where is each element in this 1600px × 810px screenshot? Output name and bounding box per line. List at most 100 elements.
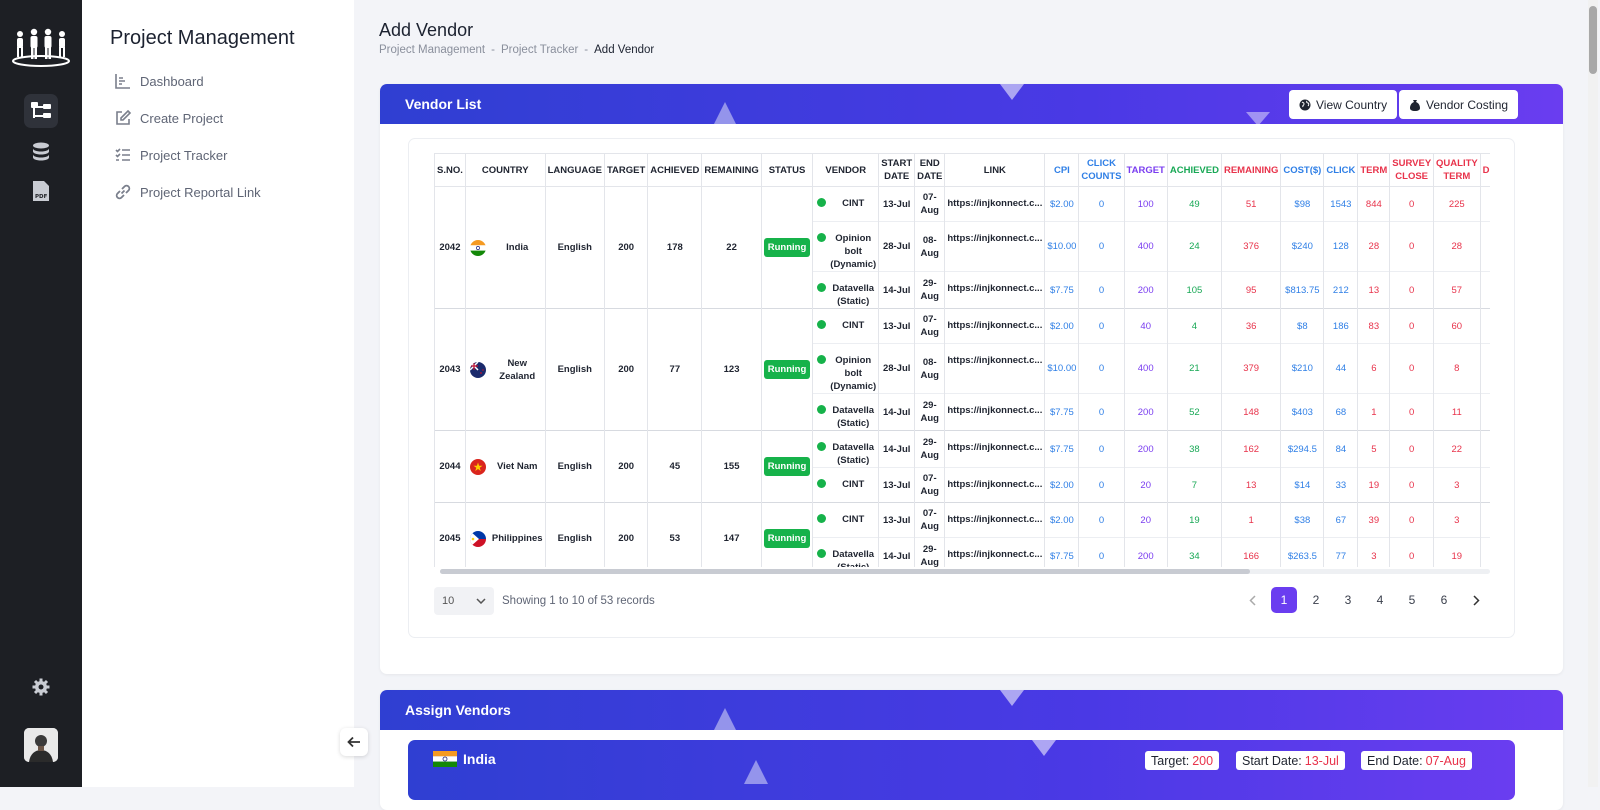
click-cell: 67: [1323, 502, 1359, 538]
page-size-select[interactable]: 10: [434, 587, 494, 615]
sidebar-item-dashboard[interactable]: Dashboard: [114, 72, 204, 90]
page-scrollbar-thumb[interactable]: [1589, 6, 1597, 74]
cpi-cell: $7.75: [1044, 537, 1080, 567]
term-cell: 5: [1357, 430, 1391, 468]
gear-icon[interactable]: [24, 670, 58, 704]
column-header[interactable]: DISCAR: [1479, 153, 1490, 187]
survey-link[interactable]: https://injkonnect.c...: [944, 271, 1046, 309]
cpi-cell: $2.00: [1044, 308, 1080, 344]
column-header[interactable]: END DATE: [914, 153, 946, 187]
sidebar-item-project-reportal-link[interactable]: Project Reportal Link: [114, 183, 261, 201]
column-header[interactable]: TARGET: [1123, 153, 1168, 187]
column-header[interactable]: START DATE: [878, 153, 916, 187]
page-button[interactable]: 3: [1335, 587, 1361, 613]
column-header[interactable]: TARGET: [603, 153, 649, 187]
achieved-cell: 178: [647, 186, 703, 309]
header-decoration: [744, 760, 768, 784]
survey-link[interactable]: https://injkonnect.c...: [944, 393, 1046, 431]
term-cell: 39: [1357, 502, 1391, 538]
status-cell: Running: [760, 308, 814, 431]
end-date-cell: 08-Aug: [914, 343, 946, 394]
column-header[interactable]: SURVEY CLOSE: [1389, 153, 1435, 187]
column-header[interactable]: ACHIEVED: [647, 153, 703, 187]
breadcrumb-item[interactable]: Project Management: [379, 44, 485, 56]
column-header[interactable]: REMAINING: [701, 153, 762, 187]
globe-icon: [1299, 99, 1311, 110]
discard-cell: 0: [1479, 271, 1490, 309]
sno-cell: 2043: [434, 308, 466, 431]
column-header[interactable]: ACHIEVED: [1166, 153, 1222, 187]
column-header[interactable]: LANGUAGE: [544, 153, 605, 187]
column-header[interactable]: TERM: [1357, 153, 1391, 187]
country-name: New Zealand: [499, 357, 536, 382]
table-scroll-area[interactable]: S.NO. COUNTRY LANGUAGE TARGET ACHIEVED R…: [434, 153, 1490, 567]
vendor-remaining-cell: 379: [1220, 343, 1282, 394]
page-button[interactable]: 4: [1367, 587, 1393, 613]
survey-close-cell: 0: [1389, 467, 1435, 503]
horizontal-scrollbar-thumb[interactable]: [440, 569, 1250, 574]
sitemap-icon[interactable]: [24, 94, 58, 128]
column-header[interactable]: S.NO.: [434, 153, 466, 187]
database-icon[interactable]: [24, 135, 58, 169]
column-header[interactable]: REMAINING: [1220, 153, 1282, 187]
survey-link[interactable]: https://injkonnect.c...: [944, 502, 1046, 538]
prev-page-button[interactable]: [1239, 587, 1265, 613]
survey-close-cell: 0: [1389, 393, 1435, 431]
status-dot-icon: [817, 283, 827, 292]
sidebar-item-create-project[interactable]: Create Project: [114, 109, 223, 127]
column-header[interactable]: CPI: [1044, 153, 1080, 187]
survey-link[interactable]: https://injkonnect.c...: [944, 221, 1046, 272]
logo-icon[interactable]: [10, 24, 72, 68]
term-cell: 83: [1357, 308, 1391, 344]
discard-cell: 0: [1479, 308, 1490, 344]
column-header[interactable]: CLICK: [1323, 153, 1359, 187]
column-header[interactable]: QUALITY TERM: [1433, 153, 1481, 187]
end-date-cell: 07-Aug: [914, 467, 946, 503]
discard-cell: 0: [1479, 430, 1490, 468]
page-button[interactable]: 5: [1399, 587, 1425, 613]
next-page-button[interactable]: [1463, 587, 1489, 613]
page-button[interactable]: 1: [1271, 587, 1297, 613]
survey-close-cell: 0: [1389, 308, 1435, 344]
chevron-right-icon: [1472, 594, 1480, 606]
country-cell: Viet Nam: [464, 430, 546, 503]
status-dot-icon: [817, 514, 827, 523]
page-scrollbar-track[interactable]: [1588, 0, 1598, 787]
view-country-button[interactable]: View Country: [1289, 90, 1398, 119]
start-date-cell: 13-Jul: [878, 502, 916, 538]
survey-link[interactable]: https://injkonnect.c...: [944, 308, 1046, 344]
column-header[interactable]: LINK: [944, 153, 1046, 187]
discard-cell: 0: [1479, 502, 1490, 538]
click-counts-cell: 0: [1078, 186, 1125, 222]
card-title: Vendor List: [405, 96, 482, 112]
column-header[interactable]: COST($): [1280, 153, 1325, 187]
status-dot-icon: [817, 442, 827, 451]
start-date-cell: 13-Jul: [878, 467, 916, 503]
click-cell: 77: [1323, 537, 1359, 567]
page-button[interactable]: 6: [1431, 587, 1457, 613]
survey-link[interactable]: https://injkonnect.c...: [944, 430, 1046, 468]
survey-close-cell: 0: [1389, 271, 1435, 309]
column-header[interactable]: VENDOR: [812, 153, 880, 187]
click-cell: 68: [1323, 393, 1359, 431]
survey-link[interactable]: https://injkonnect.c...: [944, 537, 1046, 567]
term-cell: 6: [1357, 343, 1391, 394]
survey-link[interactable]: https://injkonnect.c...: [944, 467, 1046, 503]
vendor-costing-button[interactable]: Vendor Costing: [1399, 90, 1519, 119]
survey-link[interactable]: https://injkonnect.c...: [944, 186, 1046, 222]
country-cell: New Zealand: [464, 308, 546, 431]
breadcrumb-item[interactable]: Project Tracker: [501, 44, 578, 56]
survey-close-cell: 0: [1389, 186, 1435, 222]
vendor-remaining-cell: 51: [1220, 186, 1282, 222]
survey-link[interactable]: https://injkonnect.c...: [944, 343, 1046, 394]
vendor-target-cell: 40: [1123, 308, 1168, 344]
sidebar-item-project-tracker[interactable]: Project Tracker: [114, 146, 227, 164]
table-body: 2042 India English 200 178 22 Running CINT 13-Ju…: [434, 186, 1490, 567]
column-header[interactable]: CLICK COUNTS: [1078, 153, 1125, 187]
page-button[interactable]: 2: [1303, 587, 1329, 613]
pdf-icon[interactable]: PDF: [24, 174, 58, 208]
column-header[interactable]: COUNTRY: [464, 153, 546, 187]
column-header[interactable]: STATUS: [760, 153, 814, 187]
cost-cell: $294.5: [1280, 430, 1325, 468]
avatar[interactable]: [24, 728, 58, 762]
